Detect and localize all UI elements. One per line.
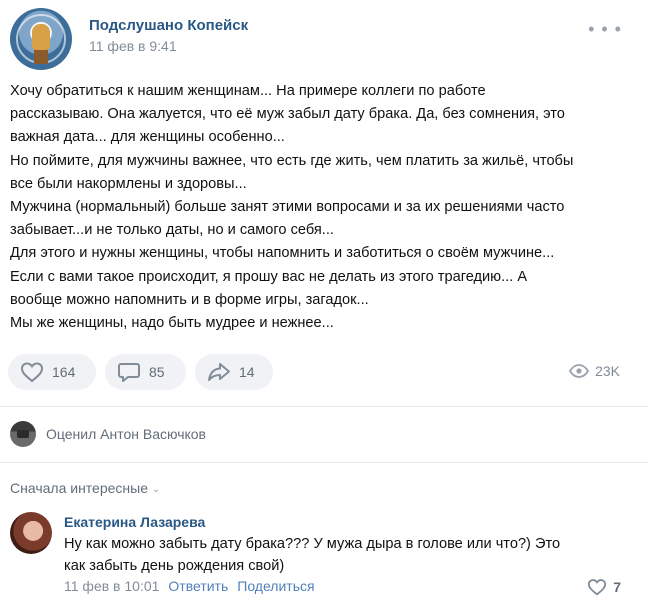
post-text: Хочу обратиться к нашим женщинам... На п… <box>10 80 635 335</box>
more-options-icon[interactable]: • • • <box>588 20 622 38</box>
like-button[interactable]: 164 <box>8 354 96 390</box>
comment: Екатерина Лазарева Ну как можно забыть д… <box>10 508 638 600</box>
post-text-line: Но поймите, для мужчины важнее, что есть… <box>10 152 574 169</box>
post-text-line: важная дата... для женщины особенно... <box>10 129 285 146</box>
divider <box>0 462 648 463</box>
post-header: Подслушано Копейск 11 фев в 9:41 • • • <box>10 8 638 70</box>
comment-like-button[interactable]: 7 <box>587 578 621 596</box>
heart-icon <box>20 362 44 383</box>
post-text-line: рассказываю. Она жалуется, что её муж за… <box>10 106 565 123</box>
divider <box>0 406 648 407</box>
share-count: 14 <box>239 364 255 380</box>
share-button[interactable]: 14 <box>195 354 273 390</box>
liker-avatar[interactable] <box>10 421 36 447</box>
reply-link[interactable]: Ответить <box>168 578 228 594</box>
commenter-avatar[interactable] <box>10 512 52 554</box>
views-count: 23K <box>595 363 620 379</box>
comments-sort-dropdown[interactable]: Сначала интересные ⌄ <box>10 480 160 496</box>
comment-text: Ну как можно забыть дату брака??? У мужа… <box>64 533 624 577</box>
like-count: 164 <box>52 364 76 380</box>
community-avatar[interactable] <box>10 8 72 70</box>
comment-author[interactable]: Екатерина Лазарева <box>64 514 205 530</box>
post-text-line: Мы же женщины, надо быть мудрее и нежнее… <box>10 315 334 332</box>
post-text-line: Для этого и нужны женщины, чтобы напомни… <box>10 245 555 262</box>
heart-icon <box>588 579 607 596</box>
comment-text-line: как забыть день рождения свой) <box>64 558 285 574</box>
eye-icon <box>569 364 590 378</box>
comment-count: 85 <box>149 364 165 380</box>
comment-meta: 11 фев в 10:01 Ответить Поделиться <box>64 578 315 594</box>
comment-like-count: 7 <box>613 579 621 595</box>
comment-button[interactable]: 85 <box>105 354 186 390</box>
comment-date[interactable]: 11 фев в 10:01 <box>64 578 159 594</box>
post-actions: 164 85 14 23K <box>8 354 638 392</box>
post-text-line: Хочу обратиться к нашим женщинам... На п… <box>10 83 486 99</box>
comment-text-line: Ну как можно забыть дату брака??? У мужа… <box>64 536 561 552</box>
views-counter: 23K <box>569 363 620 379</box>
post-text-line: забывает...и не только даты, но и самого… <box>10 222 334 239</box>
chevron-down-icon: ⌄ <box>152 483 161 495</box>
community-name[interactable]: Подслушано Копейск <box>89 17 248 34</box>
post-text-line: вообще можно напомнить и в форме игры, з… <box>10 291 369 308</box>
share-icon <box>208 363 230 381</box>
post-text-line: Если с вами такое происходит, я прошу ва… <box>10 268 528 285</box>
share-comment-link[interactable]: Поделиться <box>237 578 314 594</box>
sort-label: Сначала интересные <box>10 480 148 496</box>
post-text-line: все были накормлены и здоровы... <box>10 175 247 192</box>
liked-by-row[interactable]: Оценил Антон Васючков <box>10 421 206 447</box>
post-text-line: Мужчина (нормальный) больше занят этими … <box>10 199 565 216</box>
comment-icon <box>118 363 140 382</box>
post-date[interactable]: 11 фев в 9:41 <box>89 38 177 54</box>
liked-by-text: Оценил Антон Васючков <box>46 426 206 442</box>
